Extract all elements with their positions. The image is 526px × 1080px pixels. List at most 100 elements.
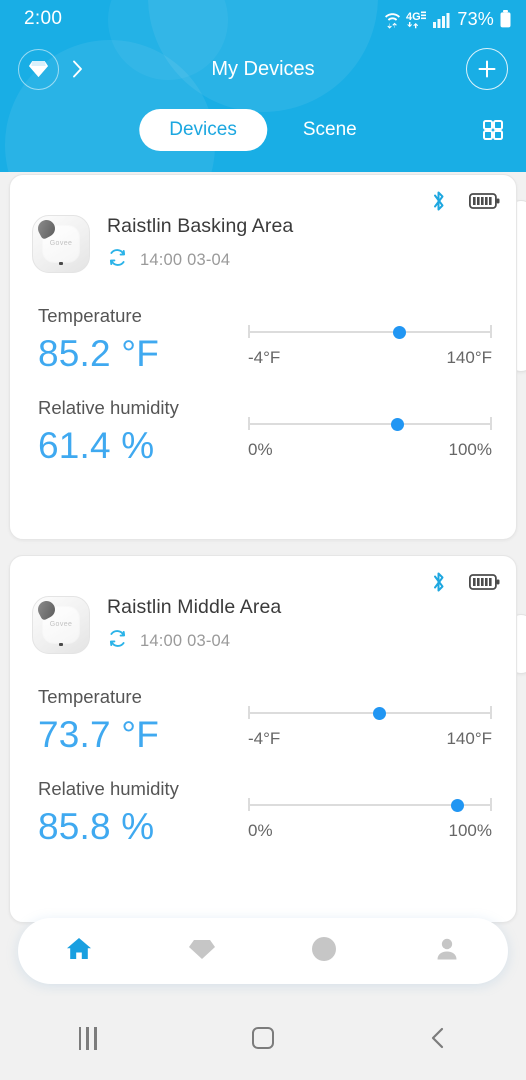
metric-slider[interactable] xyxy=(248,415,492,433)
sync-refresh-icon[interactable] xyxy=(107,628,128,654)
battery-full-icon xyxy=(468,191,500,216)
device-name: Raistlin Basking Area xyxy=(107,215,294,237)
tab-scene[interactable]: Scene xyxy=(273,109,387,151)
metric-value: 85.2 °F xyxy=(38,333,160,374)
add-device-button[interactable] xyxy=(466,48,508,90)
slider-end-cap xyxy=(248,798,250,811)
device-name: Raistlin Middle Area xyxy=(107,596,282,618)
metric-temperature: Temperature 73.7 °F -4°F 140°F xyxy=(10,686,516,756)
slider-range-labels: -4°F 140°F xyxy=(248,348,492,368)
device-status-icons xyxy=(430,570,500,599)
status-clock: 2:00 xyxy=(24,8,63,29)
slider-end-cap xyxy=(490,706,492,719)
back-chevron-icon[interactable] xyxy=(351,1026,526,1050)
home-icon xyxy=(64,934,94,969)
slider-min-label: -4°F xyxy=(248,348,281,367)
slider-track xyxy=(248,712,492,714)
metric-gauge: 0% 100% xyxy=(248,397,492,460)
slider-min-label: 0% xyxy=(248,440,273,459)
metric-gauge: -4°F 140°F xyxy=(248,305,492,368)
bluetooth-icon xyxy=(430,189,447,218)
wifi-icon xyxy=(384,10,401,29)
home-square-icon[interactable] xyxy=(175,1027,350,1049)
device-sync-row: 14:00 03-04 xyxy=(107,247,293,273)
slider-max-label: 100% xyxy=(448,821,492,840)
metric-slider[interactable] xyxy=(248,704,492,722)
metric-text: Temperature 73.7 °F xyxy=(38,686,248,756)
metric-label: Relative humidity xyxy=(38,778,179,799)
battery-percent: 73% xyxy=(457,8,494,29)
device-meta: Raistlin Basking Area 14:00 03-04 xyxy=(107,215,293,273)
sync-refresh-icon[interactable] xyxy=(107,247,128,273)
slider-thumb[interactable] xyxy=(392,325,406,339)
slider-end-cap xyxy=(490,417,492,430)
slider-end-cap xyxy=(248,706,250,719)
slider-thumb[interactable] xyxy=(373,706,387,720)
device-sync-row: 14:00 03-04 xyxy=(107,628,281,654)
nav-item-diamond[interactable] xyxy=(141,936,264,967)
status-icons: 4G 73% xyxy=(384,9,512,30)
profile-person-icon xyxy=(433,935,461,968)
tab-group: Devices Scene xyxy=(139,109,386,151)
metric-value: 85.8 % xyxy=(38,806,155,847)
thumbnail-led xyxy=(59,261,63,265)
title-bar: My Devices xyxy=(0,38,526,100)
device-thumbnail: Govee xyxy=(32,215,90,273)
slider-range-labels: 0% 100% xyxy=(248,440,492,460)
metric-temperature: Temperature 85.2 °F -4°F 140°F xyxy=(10,305,516,375)
thumbnail-brand: Govee xyxy=(49,621,73,628)
metric-text: Temperature 85.2 °F xyxy=(38,305,248,375)
svg-text:4G: 4G xyxy=(406,11,421,23)
recents-bars xyxy=(78,1026,97,1050)
slider-end-cap xyxy=(248,417,250,430)
status-bar: 2:00 4G 73% xyxy=(0,0,526,38)
slider-min-label: -4°F xyxy=(248,729,281,748)
device-sync-time: 14:00 03-04 xyxy=(140,250,231,269)
chevron-right-icon[interactable] xyxy=(68,58,86,80)
device-status-icons xyxy=(430,189,500,218)
phone-screen: 2:00 4G 73% My Devices Devices Scene Gov… xyxy=(0,0,526,1080)
device-card[interactable]: Govee Raistlin Basking Area 14:00 03-04 … xyxy=(9,174,517,540)
device-sync-time: 14:00 03-04 xyxy=(140,631,231,650)
device-meta: Raistlin Middle Area 14:00 03-04 xyxy=(107,596,281,654)
app-header: 2:00 4G 73% My Devices Devices Scene xyxy=(0,0,526,172)
metric-gauge: 0% 100% xyxy=(248,778,492,841)
metric-text: Relative humidity 61.4 % xyxy=(38,397,248,467)
recents-icon[interactable] xyxy=(0,1026,175,1050)
slider-range-labels: 0% 100% xyxy=(248,821,492,841)
battery-full-icon xyxy=(468,572,500,597)
home-square xyxy=(251,1027,274,1049)
cellular-signal-icon xyxy=(433,11,452,28)
slider-max-label: 140°F xyxy=(446,348,492,367)
slider-min-label: 0% xyxy=(248,821,273,840)
nav-item-discover[interactable] xyxy=(263,935,386,968)
thumbnail-brand: Govee xyxy=(49,240,73,247)
grid-view-icon[interactable] xyxy=(478,115,508,145)
slider-max-label: 100% xyxy=(448,440,492,459)
slider-track xyxy=(248,423,492,425)
bluetooth-icon xyxy=(430,570,447,599)
slider-end-cap xyxy=(248,325,250,338)
nav-item-home[interactable] xyxy=(18,934,141,969)
slider-thumb[interactable] xyxy=(450,798,464,812)
battery-icon xyxy=(499,9,512,29)
metric-text: Relative humidity 85.8 % xyxy=(38,778,248,848)
nav-item-profile[interactable] xyxy=(386,935,509,968)
bottom-navigation xyxy=(18,918,508,984)
metric-gauge: -4°F 140°F xyxy=(248,686,492,749)
slider-thumb[interactable] xyxy=(391,417,405,431)
metric-value: 73.7 °F xyxy=(38,714,160,755)
slider-end-cap xyxy=(490,798,492,811)
metric-humidity: Relative humidity 85.8 % 0% 100% xyxy=(10,778,516,848)
device-thumbnail: Govee xyxy=(32,596,90,654)
compass-icon xyxy=(310,935,338,968)
device-card[interactable]: Govee Raistlin Middle Area 14:00 03-04 T… xyxy=(9,555,517,923)
metric-label: Temperature xyxy=(38,305,142,326)
metric-value: 61.4 % xyxy=(38,425,155,466)
diamond-logo-icon[interactable] xyxy=(18,48,59,90)
tab-devices[interactable]: Devices xyxy=(139,109,267,151)
slider-track xyxy=(248,331,492,333)
metric-slider[interactable] xyxy=(248,796,492,814)
metric-slider[interactable] xyxy=(248,323,492,341)
metric-humidity: Relative humidity 61.4 % 0% 100% xyxy=(10,397,516,467)
